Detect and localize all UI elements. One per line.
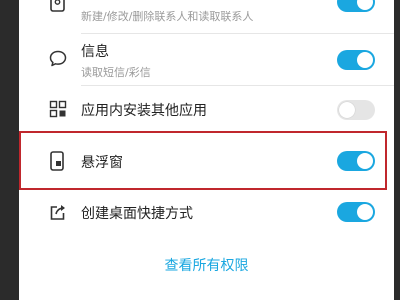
right-screen-edge (394, 0, 400, 300)
contacts-toggle[interactable] (337, 0, 375, 12)
permission-title: 创建桌面快捷方式 (81, 206, 193, 222)
shortcut-toggle[interactable] (337, 202, 375, 222)
contacts-icon (48, 0, 68, 14)
left-screen-edge (0, 0, 19, 300)
permission-subtitle: 新建/修改/删除联系人和读取联系人 (81, 10, 254, 23)
permission-subtitle: 读取短信/彩信 (81, 66, 151, 79)
permission-title: 信息 (81, 44, 109, 60)
view-all-permissions-link[interactable]: 查看所有权限 (19, 255, 394, 275)
permission-row-messages[interactable]: 信息 读取短信/彩信 (19, 34, 394, 86)
messages-toggle[interactable] (337, 50, 375, 70)
app-grid-icon (48, 99, 68, 119)
share-shortcut-icon (48, 202, 68, 222)
permission-row-contacts[interactable]: 新建/修改/删除联系人和读取联系人 (19, 0, 394, 34)
highlight-box (19, 131, 387, 190)
permission-row-install-apps[interactable]: 应用内安装其他应用 (19, 86, 394, 132)
permission-title: 应用内安装其他应用 (81, 103, 207, 119)
permission-row-shortcut[interactable]: 创建桌面快捷方式 (19, 190, 394, 234)
install-apps-toggle[interactable] (337, 100, 375, 120)
message-bubble-icon (48, 49, 68, 69)
